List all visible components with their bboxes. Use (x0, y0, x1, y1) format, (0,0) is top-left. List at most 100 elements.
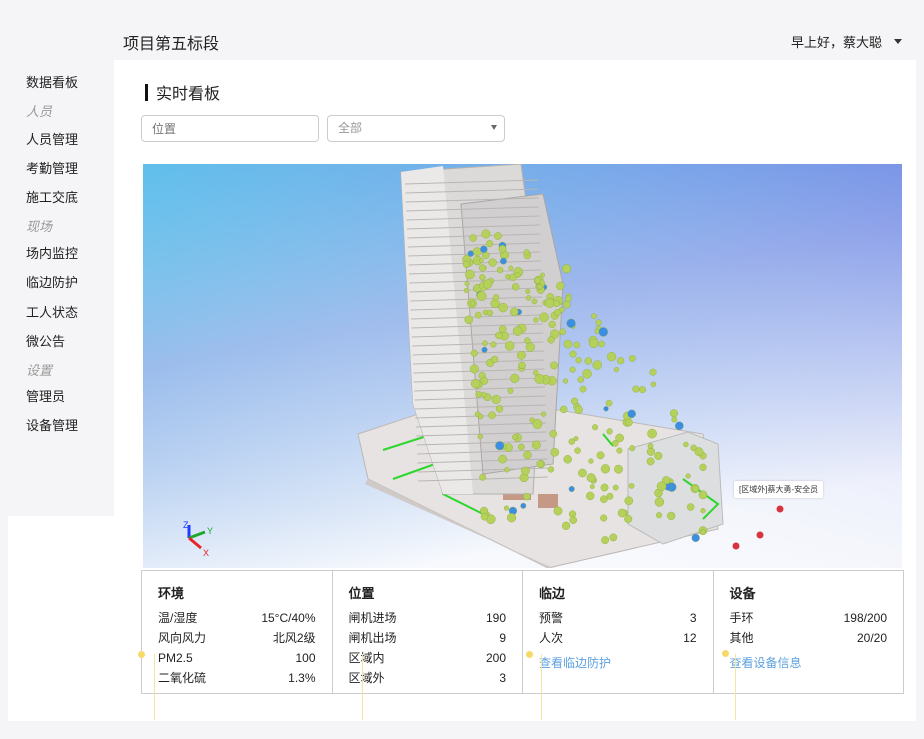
worker-marker[interactable] (509, 273, 517, 282)
outside-worker-marker[interactable] (756, 531, 764, 539)
worker-marker[interactable] (624, 515, 633, 524)
sidebar-item-edge-protection[interactable]: 临边防护 (26, 272, 78, 291)
worker-marker[interactable] (480, 512, 489, 521)
worker-marker[interactable] (552, 299, 561, 308)
worker-marker[interactable] (495, 405, 504, 413)
worker-marker[interactable] (577, 376, 585, 383)
worker-marker[interactable] (617, 508, 627, 518)
worker-marker[interactable] (516, 350, 526, 360)
worker-marker[interactable] (477, 413, 484, 420)
worker-marker[interactable] (488, 411, 496, 419)
worker-marker[interactable] (574, 447, 581, 454)
worker-marker[interactable] (592, 360, 602, 370)
area-select[interactable]: 全部 (327, 115, 505, 142)
worker-marker[interactable] (496, 266, 504, 274)
worker-marker[interactable] (606, 352, 617, 362)
worker-marker[interactable] (531, 298, 538, 305)
worker-marker[interactable] (562, 378, 569, 384)
worker-marker[interactable] (492, 294, 500, 301)
worker-marker[interactable] (478, 258, 484, 263)
worker-marker[interactable] (539, 312, 549, 323)
worker-marker[interactable] (494, 232, 502, 240)
worker-marker[interactable] (656, 512, 663, 519)
worker-marker[interactable] (520, 502, 527, 509)
worker-marker[interactable] (670, 409, 679, 418)
worker-marker[interactable] (656, 481, 667, 492)
worker-marker[interactable] (498, 325, 507, 333)
worker-marker[interactable] (569, 350, 577, 358)
worker-marker[interactable] (575, 357, 582, 364)
worker-marker[interactable] (686, 503, 695, 511)
worker-marker[interactable] (603, 406, 609, 412)
worker-marker[interactable] (533, 317, 539, 323)
sidebar-item-site-monitor[interactable]: 场内监控 (26, 243, 78, 262)
worker-marker[interactable] (600, 464, 611, 474)
worker-marker[interactable] (540, 272, 545, 278)
worker-marker[interactable] (588, 338, 599, 349)
worker-marker[interactable] (531, 440, 541, 450)
sidebar-item-dashboard[interactable]: 数据看板 (26, 72, 78, 91)
worker-marker[interactable] (486, 240, 494, 248)
worker-marker[interactable] (495, 441, 505, 451)
worker-marker[interactable] (699, 463, 707, 471)
worker-marker[interactable] (462, 260, 471, 269)
worker-marker[interactable] (685, 473, 691, 479)
sidebar-item-attendance[interactable]: 考勤管理 (26, 158, 78, 177)
worker-marker[interactable] (563, 455, 572, 464)
worker-marker[interactable] (650, 381, 657, 388)
worker-marker[interactable] (563, 339, 573, 349)
worker-marker[interactable] (596, 451, 605, 460)
worker-marker[interactable] (569, 366, 576, 373)
worker-marker[interactable] (463, 287, 470, 294)
worker-marker[interactable] (517, 443, 525, 451)
worker-marker[interactable] (647, 428, 657, 439)
worker-marker[interactable] (617, 357, 625, 365)
worker-marker[interactable] (654, 451, 663, 460)
worker-marker[interactable] (556, 281, 565, 291)
worker-marker[interactable] (568, 486, 575, 493)
worker-marker[interactable] (510, 373, 520, 383)
worker-marker[interactable] (541, 411, 547, 417)
worker-marker[interactable] (523, 450, 532, 460)
worker-marker[interactable] (564, 295, 572, 302)
worker-marker[interactable] (490, 341, 497, 348)
worker-marker[interactable] (586, 473, 596, 483)
worker-marker[interactable] (486, 309, 494, 317)
worker-marker[interactable] (612, 484, 619, 491)
worker-marker[interactable] (469, 234, 477, 242)
worker-marker[interactable] (606, 428, 613, 435)
worker-marker[interactable] (474, 311, 482, 319)
position-input[interactable] (141, 115, 319, 142)
worker-marker[interactable] (498, 245, 507, 253)
worker-marker[interactable] (584, 357, 592, 365)
worker-marker[interactable] (534, 373, 545, 384)
worker-marker[interactable] (536, 460, 544, 468)
worker-marker[interactable] (691, 485, 700, 493)
outside-worker-marker[interactable] (776, 505, 784, 513)
sidebar-item-construction-briefing[interactable]: 施工交底 (26, 187, 78, 206)
worker-marker[interactable] (647, 443, 654, 449)
worker-marker[interactable] (508, 265, 514, 271)
worker-marker[interactable] (510, 307, 519, 317)
worker-marker[interactable] (639, 386, 647, 394)
worker-marker[interactable] (491, 394, 501, 404)
worker-marker[interactable] (606, 492, 614, 500)
worker-marker[interactable] (507, 387, 514, 394)
worker-marker[interactable] (512, 326, 523, 336)
worker-marker[interactable] (625, 418, 633, 427)
outside-worker-marker[interactable] (732, 542, 740, 550)
worker-marker[interactable] (646, 447, 656, 456)
worker-marker[interactable] (614, 464, 623, 474)
worker-marker[interactable] (627, 409, 636, 419)
sidebar-item-announcement[interactable]: 微公告 (26, 331, 65, 350)
worker-marker[interactable] (483, 279, 493, 289)
worker-marker[interactable] (547, 466, 555, 473)
worker-marker[interactable] (628, 483, 635, 489)
sidebar-item-admin[interactable]: 管理员 (26, 386, 65, 405)
worker-marker[interactable] (533, 370, 539, 376)
worker-marker[interactable] (525, 342, 535, 352)
worker-marker[interactable] (479, 473, 487, 481)
worker-marker[interactable] (464, 315, 473, 325)
worker-marker[interactable] (548, 320, 556, 329)
worker-marker[interactable] (560, 405, 568, 414)
